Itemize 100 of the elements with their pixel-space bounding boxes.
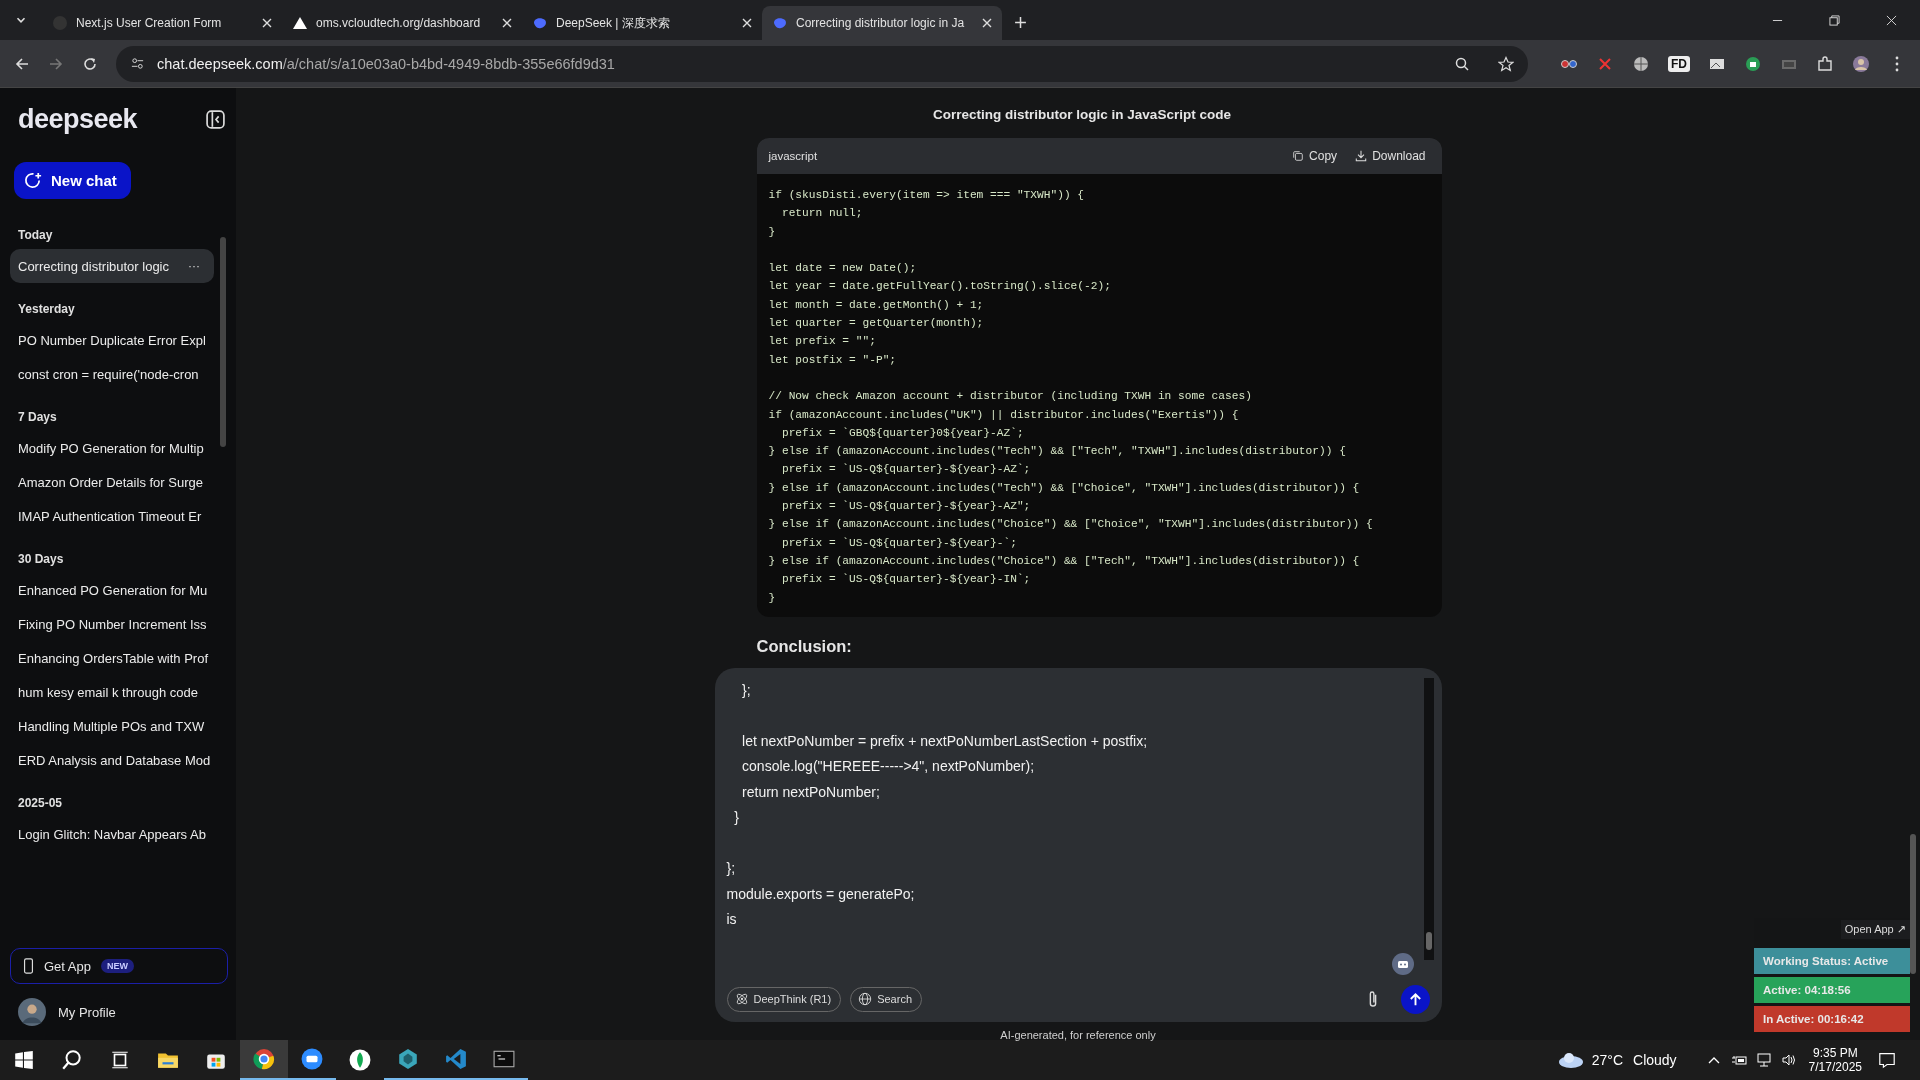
profile-link[interactable]: My Profile <box>58 1004 116 1020</box>
browser-icon <box>253 1048 275 1070</box>
address-bar[interactable]: chat.deepseek.com/a/chat/s/a10e03a0-b4bd-4949-8bdb-355e66fd9d31 <box>116 45 1528 82</box>
message-input[interactable]: }; let nextPoNumber = prefix + nextPoNumberLastSection + postfix; console.log("HEREEE----->4", nextPoNumber); return nextPoNumber; } }; module.exports = generatePo; is DeepThink (R1) Search <box>714 667 1442 1022</box>
url-text: chat.deepseek.com/a/chat/s/a10e03a0-b4bd-4949-8bdb-355e66fd9d31 <box>157 55 616 72</box>
arrow-up-icon <box>1407 991 1423 1007</box>
phone-icon <box>23 958 34 974</box>
get-app-label: Get App <box>44 958 91 974</box>
download-button[interactable]: Download <box>1355 149 1426 163</box>
star-icon[interactable] <box>1498 55 1514 72</box>
new-chat-button[interactable]: New chat <box>14 162 131 199</box>
sidebar-toggle-icon[interactable] <box>205 108 226 130</box>
disclaimer: AI-generated, for reference only <box>999 1027 1157 1041</box>
chat-history-item[interactable]: Enhancing OrdersTable with Prof <box>10 641 214 675</box>
network-icon[interactable] <box>1755 1052 1772 1068</box>
status-row: Working Status: Active <box>1754 948 1910 974</box>
chat-history-item[interactable]: hum kesy email k through code <box>10 675 214 709</box>
input-text-line: return nextPoNumber; <box>741 782 881 802</box>
section-heading: Today <box>17 227 54 243</box>
browser-tab[interactable]: Correcting distributor logic in Ja <box>762 6 1002 40</box>
status-row: In Active: 00:16:42 <box>1754 1006 1910 1032</box>
scrollbar[interactable] <box>1425 931 1432 950</box>
logo[interactable]: deepseek <box>18 103 138 135</box>
clock-date[interactable]: 7/17/2025 <box>1808 1060 1862 1074</box>
avatar[interactable] <box>18 998 46 1026</box>
send-button[interactable] <box>1400 984 1430 1014</box>
get-app-button[interactable]: Get App NEW <box>10 948 228 984</box>
code-line: prefix = `US-Q${quarter}-${year}-`; <box>780 535 1018 551</box>
browser-tab[interactable]: oms.vcloudtech.org/dashboard <box>282 6 522 40</box>
code-editor-icon <box>445 1048 467 1070</box>
code-line: } else if (amazonAccount.includes("Choice") && ["Tech", "TXWH"].includes(distributor)) { <box>768 553 1361 569</box>
temperature-text[interactable]: 27°C <box>1591 1052 1623 1068</box>
chat-history-item[interactable]: Modify PO Generation for Multip <box>10 431 214 465</box>
language-label: javascript <box>768 150 818 162</box>
close-icon[interactable] <box>742 18 752 28</box>
chat-history-item[interactable]: const cron = require('node-cron <box>10 357 214 391</box>
chat-title: Correcting distributor logic in JavaScript code <box>933 106 1231 124</box>
chat-history-item[interactable]: PO Number Duplicate Error Expl <box>10 323 214 357</box>
code-line: prefix = `GBQ${quarter}0${year}-AZ`; <box>780 425 1025 441</box>
atom-icon <box>734 992 749 1007</box>
chat-history-item[interactable]: Login Glitch: Navbar Appears Ab <box>10 817 214 851</box>
close-icon[interactable] <box>982 18 992 28</box>
zoom-icon[interactable] <box>1454 55 1470 72</box>
notification-icon[interactable] <box>1878 1051 1896 1069</box>
input-text-line: module.exports = generatePo; <box>726 884 916 904</box>
input-text-line: console.log("HEREEE----->4", nextPoNumber); <box>741 757 1036 777</box>
input-text-line: is <box>726 910 738 930</box>
search-icon <box>61 1049 83 1071</box>
cloud-icon[interactable] <box>1557 1052 1584 1068</box>
forward-icon[interactable] <box>48 55 64 72</box>
scrollbar[interactable] <box>1910 834 1916 974</box>
copy-button[interactable]: Copy <box>1292 149 1338 163</box>
input-text-line: let nextPoNumber = prefix + nextPoNumberLastSection + postfix; <box>741 731 1149 751</box>
avatar-icon[interactable] <box>1852 54 1870 73</box>
chat-history-item[interactable]: Fixing PO Number Increment Iss <box>10 607 214 641</box>
chat-history-item[interactable]: Enhanced PO Generation for Mu <box>10 573 214 607</box>
globe-icon <box>858 992 873 1007</box>
taskbar-button[interactable] <box>240 1040 288 1080</box>
browser-tab[interactable]: Next.js User Creation Form <box>42 6 282 40</box>
chat-history-item[interactable]: Handling Multiple POs and TXW <box>10 709 214 743</box>
chat-history-item[interactable]: Correcting distributor logic ··· <box>10 249 214 283</box>
code-line: } else if (amazonAccount.includes("Choice") && ["Choice", "TXWH"].includes(distributor)) { <box>768 517 1374 533</box>
section-heading: 7 Days <box>17 409 58 425</box>
clock-time[interactable]: 9:35 PM <box>1812 1046 1858 1060</box>
code-line: // Now check Amazon account + distributor (including TXWH in some cases) <box>768 389 1253 405</box>
windows-icon <box>13 1049 35 1071</box>
chat-history-item[interactable]: ERD Analysis and Database Mod <box>10 743 214 777</box>
download-icon <box>1355 150 1368 162</box>
code-line: prefix = `US-Q${quarter}-${year}-AZ"; <box>780 499 1032 515</box>
reload-icon[interactable] <box>82 55 98 72</box>
volume-icon[interactable] <box>1780 1052 1797 1068</box>
triangle-icon <box>292 15 308 31</box>
close-icon[interactable] <box>502 18 512 28</box>
new-tab-icon[interactable] <box>1014 16 1027 29</box>
chat-history-item[interactable]: IMAP Authentication Timeout Er <box>10 499 214 533</box>
hexagon-icon <box>397 1048 419 1070</box>
extension-button[interactable]: FD <box>1668 55 1690 72</box>
open-app-link[interactable]: Open App ↗ <box>1840 920 1910 939</box>
more-button[interactable]: ··· <box>184 259 204 273</box>
chat-history-item[interactable]: Amazon Order Details for Surge <box>10 465 214 499</box>
section-heading: Yesterday <box>17 301 76 317</box>
puzzle-icon[interactable] <box>1816 54 1834 73</box>
scrollbar[interactable] <box>220 237 226 447</box>
leaf-icon <box>349 1049 371 1071</box>
globe-icon[interactable] <box>1632 54 1650 73</box>
code-line: let quarter = getQuarter(month); <box>768 316 985 332</box>
code-line: let prefix = ""; <box>768 334 877 350</box>
code-line: } <box>768 224 777 240</box>
browser-tab[interactable]: DeepSeek | 深度求索 <box>522 6 762 40</box>
status-row: Active: 04:18:56 <box>1754 977 1910 1003</box>
weather-text[interactable]: Cloudy <box>1633 1052 1677 1068</box>
input-text-line: } <box>733 808 740 828</box>
back-icon[interactable] <box>14 55 30 72</box>
code-line: let date = new Date(); <box>768 261 918 277</box>
code-line: let month = date.getMonth() + 1; <box>768 297 985 313</box>
close-icon[interactable] <box>262 18 272 28</box>
code-line: let postfix = "-P"; <box>768 352 898 368</box>
code-line: prefix = `US-Q${quarter}-${year}-AZ`; <box>780 462 1032 478</box>
code-line: return null; <box>780 206 864 222</box>
site-settings-icon[interactable] <box>130 56 145 71</box>
